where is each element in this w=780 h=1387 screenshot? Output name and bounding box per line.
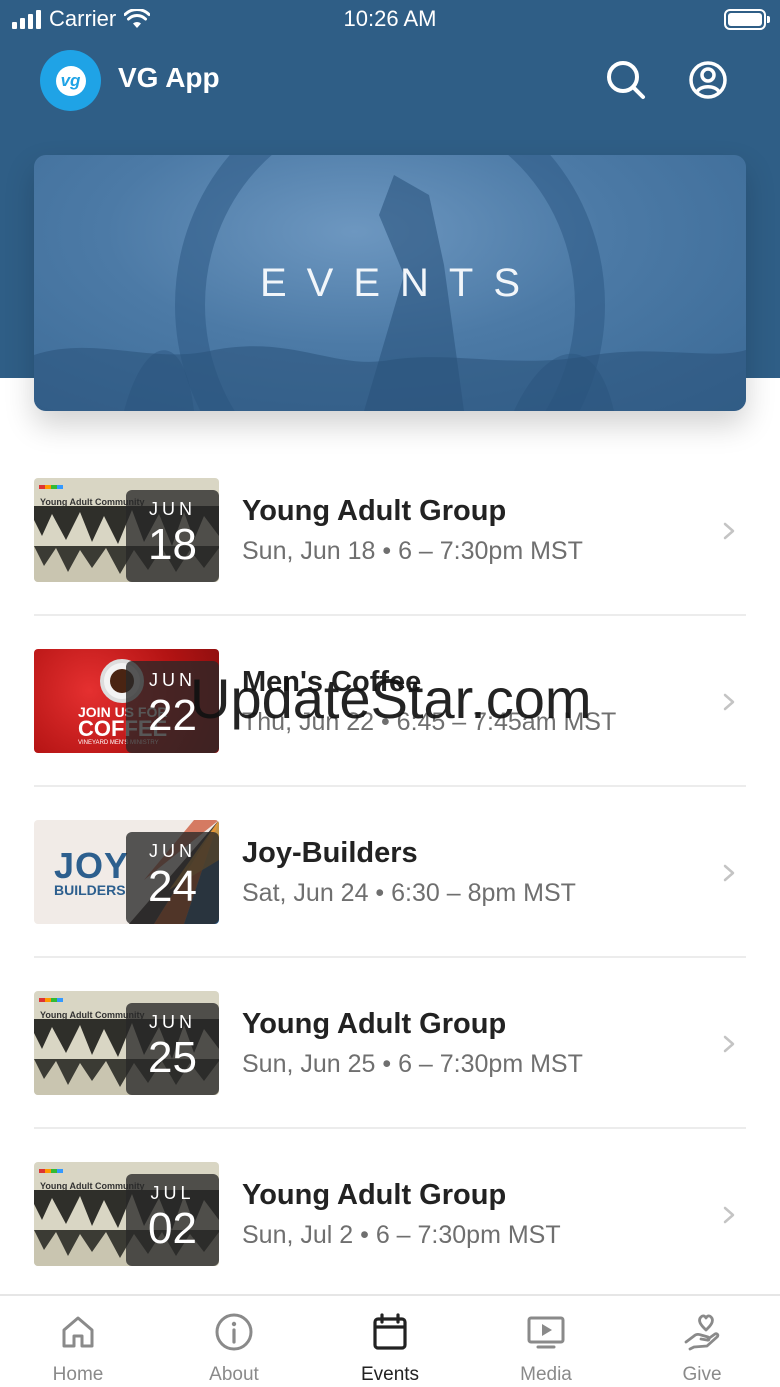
- event-datetime: Sun, Jun 18 • 6 – 7:30pm MST: [242, 537, 583, 565]
- event-list-item[interactable]: Young Adult Community JUL 02 Young Adult…: [34, 1129, 746, 1300]
- app-header: vg VG App: [0, 48, 780, 112]
- event-day: 24: [148, 862, 197, 911]
- media-play-icon: [527, 1316, 565, 1349]
- event-date-badge: JUN 24: [126, 832, 219, 924]
- tab-label: About: [209, 1364, 259, 1385]
- event-day: 02: [148, 1204, 197, 1253]
- event-day: 18: [148, 520, 197, 569]
- profile-button[interactable]: [684, 56, 732, 104]
- events-list: Young Adult Community JUN 18 Young Adult…: [34, 445, 746, 1300]
- event-title: Young Adult Group: [242, 1008, 507, 1040]
- event-title: Young Adult Group: [242, 495, 507, 527]
- status-bar: Carrier 10:26 AM: [0, 0, 780, 40]
- chevron-right-icon: [723, 864, 735, 882]
- event-list-item[interactable]: Young Adult Community JUN 18 Young Adult…: [34, 445, 746, 616]
- chevron-right-icon: [723, 693, 735, 711]
- logo-mark: vg: [55, 65, 86, 96]
- thumbnail-line: BUILDERS: [54, 882, 126, 898]
- event-title: Young Adult Group: [242, 1179, 507, 1211]
- event-title: Joy-Builders: [242, 837, 418, 869]
- thumbnail-line: JOY: [54, 845, 130, 886]
- event-date-badge: JUL 02: [126, 1174, 219, 1266]
- event-datetime: Sun, Jun 25 • 6 – 7:30pm MST: [242, 1050, 583, 1078]
- event-date-badge: JUN 25: [126, 1003, 219, 1095]
- tab-label: Home: [52, 1364, 104, 1385]
- tab-give[interactable]: Give: [624, 1296, 780, 1387]
- event-month: JUL: [150, 1183, 195, 1203]
- tab-media[interactable]: Media: [468, 1296, 624, 1387]
- app-logo[interactable]: vg: [40, 50, 101, 111]
- chevron-right-icon: [723, 522, 735, 540]
- tab-label: Give: [682, 1364, 722, 1385]
- tab-label: Events: [360, 1364, 420, 1385]
- user-profile-icon: [689, 61, 727, 99]
- event-datetime: Sat, Jun 24 • 6:30 – 8pm MST: [242, 879, 576, 907]
- app-title: VG App: [118, 62, 220, 93]
- events-banner: EVENTS: [34, 155, 746, 411]
- chevron-right-icon: [723, 1206, 735, 1224]
- event-month: JUN: [149, 1012, 196, 1032]
- banner-title: EVENTS: [259, 260, 541, 305]
- tab-events[interactable]: Events: [312, 1296, 468, 1387]
- event-list-item[interactable]: JOY BUILDERS JUN 24 Joy-Builders Sat, Ju…: [34, 787, 746, 958]
- search-icon: [607, 61, 645, 99]
- give-hand-heart-icon: [684, 1314, 720, 1351]
- info-icon: [215, 1313, 253, 1351]
- event-month: JUN: [149, 841, 196, 861]
- calendar-icon: [373, 1313, 407, 1350]
- event-day: 25: [148, 1033, 197, 1082]
- tab-about[interactable]: About: [156, 1296, 312, 1387]
- event-list-item[interactable]: Young Adult Community JUN 25 Young Adult…: [34, 958, 746, 1129]
- bottom-tab-bar: Home About Events Media Give: [0, 1294, 780, 1387]
- tab-home[interactable]: Home: [0, 1296, 156, 1387]
- home-icon: [62, 1316, 94, 1348]
- event-month: JUN: [149, 499, 196, 519]
- tab-label: Media: [520, 1364, 572, 1385]
- watermark-text: UpdateStar.com: [190, 667, 592, 730]
- battery-icon: [724, 9, 770, 30]
- status-time: 10:26 AM: [343, 6, 437, 31]
- event-date-badge: JUN 18: [126, 490, 219, 582]
- search-button[interactable]: [602, 56, 650, 104]
- event-datetime: Sun, Jul 2 • 6 – 7:30pm MST: [242, 1221, 561, 1249]
- chevron-right-icon: [723, 1035, 735, 1053]
